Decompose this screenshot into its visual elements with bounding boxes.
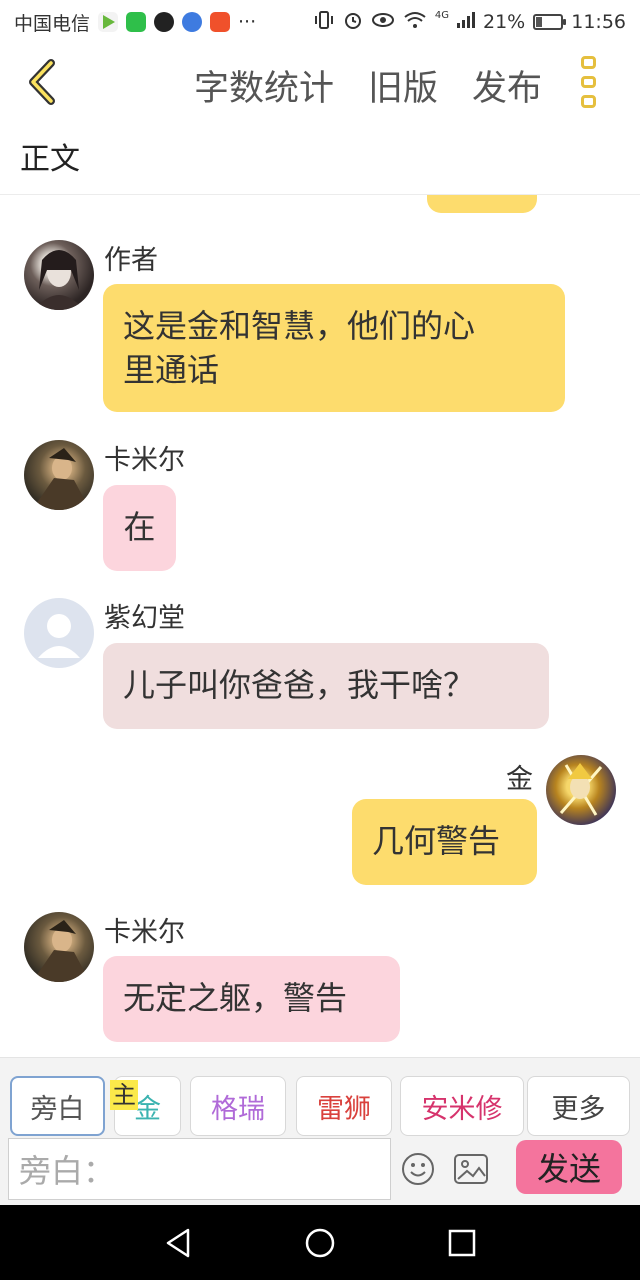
menu-dot bbox=[580, 56, 596, 69]
message-bubble[interactable]: 这是金和智慧，他们的心 里通话 bbox=[103, 284, 565, 412]
message-input[interactable]: 旁白： bbox=[8, 1138, 391, 1200]
old-version-button[interactable]: 旧版 bbox=[368, 60, 438, 111]
chevron-left-icon bbox=[29, 59, 55, 105]
battery-icon bbox=[533, 14, 567, 30]
signal-icon bbox=[457, 12, 475, 32]
message-text: 在 bbox=[123, 508, 156, 546]
previous-message-bubble[interactable] bbox=[427, 195, 537, 213]
publish-button[interactable]: 发布 bbox=[472, 60, 542, 111]
clock: 11:56 bbox=[571, 11, 626, 33]
more-roles-button[interactable]: 更多 bbox=[527, 1076, 630, 1136]
recent-square-icon[interactable] bbox=[444, 1225, 480, 1261]
composer-toolbar: 旁白 金 格瑞 雷狮 安米修 更多 主 旁白： 发送 bbox=[0, 1057, 640, 1205]
avatar[interactable] bbox=[24, 912, 94, 982]
host-tag: 主 bbox=[110, 1080, 138, 1110]
author-name: 卡米尔 bbox=[104, 917, 185, 948]
carrier-label: 中国电信 bbox=[14, 12, 91, 35]
status-right: 4G 21% 11:56 bbox=[313, 10, 626, 34]
message-bubble[interactable]: 儿子叫你爸爸，我干啥？ bbox=[103, 643, 549, 729]
message-text: 几何警告 bbox=[372, 822, 501, 860]
section-title: 正文 bbox=[20, 142, 80, 177]
role-chip-anmixiu[interactable]: 安米修 bbox=[400, 1076, 524, 1136]
role-chip-label: 更多 bbox=[551, 1093, 606, 1125]
menu-dot bbox=[580, 75, 596, 89]
menu-dot bbox=[580, 95, 596, 109]
back-button[interactable] bbox=[20, 56, 64, 108]
status-left: 中国电信 ··· bbox=[14, 9, 256, 36]
role-chip-label: 安米修 bbox=[421, 1093, 503, 1125]
back-triangle-icon[interactable] bbox=[160, 1225, 196, 1261]
system-nav-bar bbox=[0, 1205, 640, 1280]
input-placeholder: 旁白： bbox=[19, 1152, 116, 1190]
vibrate-icon bbox=[313, 10, 335, 34]
author-name: 紫幻堂 bbox=[104, 603, 185, 634]
more-menu-button[interactable] bbox=[576, 56, 600, 109]
send-label: 发送 bbox=[536, 1150, 601, 1188]
role-chip-label: 格瑞 bbox=[211, 1093, 265, 1125]
eye-icon bbox=[371, 11, 395, 33]
battery-percent: 21% bbox=[483, 11, 526, 33]
smiley-icon[interactable] bbox=[401, 1152, 435, 1186]
wifi-icon bbox=[403, 11, 427, 33]
message-bubble[interactable]: 无定之躯，警告 bbox=[103, 956, 400, 1042]
chat-area[interactable]: 作者 这是金和智慧，他们的心 里通话 卡米尔 在 紫幻堂 儿子叫你爸爸，我干啥？… bbox=[0, 195, 640, 1057]
avatar[interactable] bbox=[546, 755, 616, 825]
home-circle-icon[interactable] bbox=[302, 1225, 338, 1261]
send-button[interactable]: 发送 bbox=[516, 1140, 622, 1194]
role-chip-label: 旁白 bbox=[30, 1093, 85, 1125]
image-icon[interactable] bbox=[454, 1152, 488, 1186]
word-count-button[interactable]: 字数统计 bbox=[194, 60, 334, 111]
compass-app-icon bbox=[182, 12, 203, 32]
taobao-icon bbox=[210, 12, 231, 32]
editor-header: 字数统计 旧版 发布 bbox=[0, 44, 640, 124]
message-text-line: 里通话 bbox=[123, 351, 220, 389]
avatar[interactable] bbox=[24, 440, 94, 510]
message-text: 儿子叫你爸爸，我干啥？ bbox=[123, 666, 476, 704]
role-chip-narrator[interactable]: 旁白 bbox=[10, 1076, 105, 1136]
role-chip-leishi[interactable]: 雷狮 bbox=[296, 1076, 392, 1136]
author-name: 作者 bbox=[104, 245, 158, 276]
author-name: 卡米尔 bbox=[104, 445, 185, 476]
role-chip-gerui[interactable]: 格瑞 bbox=[190, 1076, 286, 1136]
header-actions: 字数统计 旧版 发布 bbox=[194, 60, 542, 111]
avatar[interactable] bbox=[24, 598, 94, 668]
message-bubble[interactable]: 几何警告 bbox=[352, 799, 537, 885]
alarm-icon bbox=[343, 10, 363, 34]
default-user-icon bbox=[38, 614, 80, 658]
tiktok-icon bbox=[154, 12, 175, 32]
network-label: 4G bbox=[434, 9, 449, 21]
message-bubble[interactable]: 在 bbox=[103, 485, 176, 571]
avatar[interactable] bbox=[24, 240, 94, 310]
message-text-line: 这是金和智慧，他们的心 bbox=[123, 307, 476, 345]
role-chip-label: 金 bbox=[134, 1093, 161, 1125]
iqiyi-icon bbox=[126, 12, 147, 32]
author-name: 金 bbox=[506, 764, 533, 795]
status-bar: 中国电信 ··· 4G 21% 11:56 bbox=[0, 0, 640, 44]
more-notifications: ··· bbox=[238, 11, 257, 33]
battery-fill bbox=[536, 17, 542, 27]
role-selector: 旁白 金 格瑞 雷狮 安米修 更多 bbox=[8, 1076, 632, 1136]
role-chip-label: 雷狮 bbox=[317, 1093, 371, 1125]
message-text: 无定之躯，警告 bbox=[123, 979, 348, 1017]
play-app-icon bbox=[98, 12, 119, 32]
